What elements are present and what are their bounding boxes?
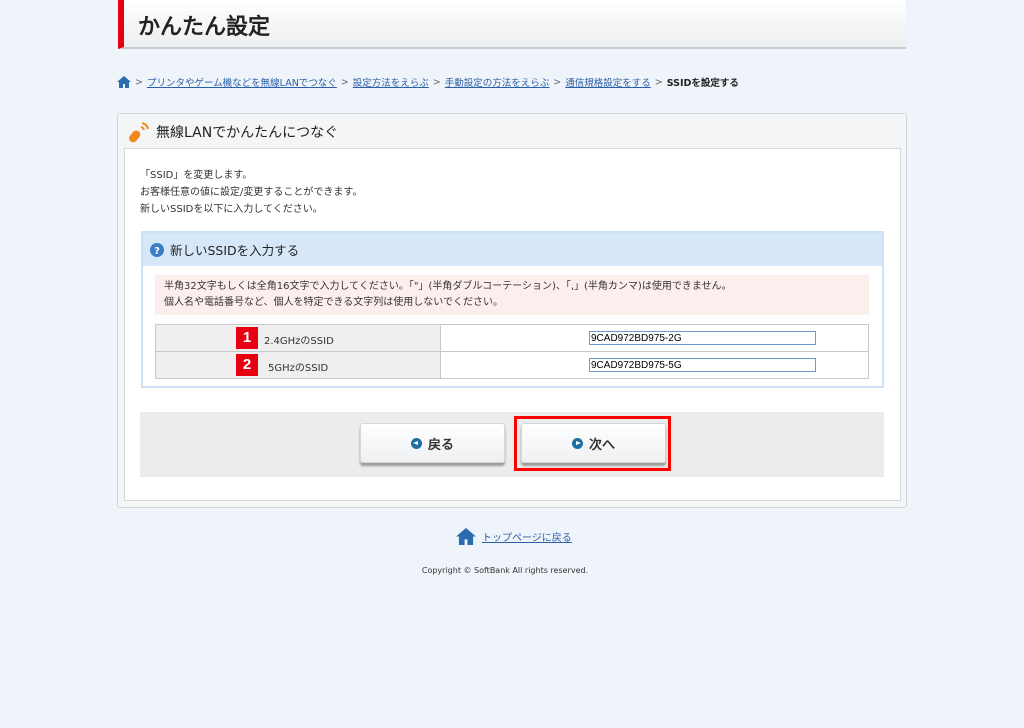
- copyright: Copyright © SoftBank All rights reserved…: [421, 566, 589, 575]
- back-button[interactable]: 戻る: [360, 423, 505, 463]
- intro-text: 「SSID」を変更します。: [140, 170, 253, 181]
- highlight-box: [514, 416, 671, 471]
- step-badge: 1: [236, 327, 258, 349]
- top-page-link[interactable]: トップページに戻る: [456, 528, 572, 545]
- back-label: 戻る: [427, 437, 454, 453]
- step-badge: 2: [236, 354, 258, 376]
- page-header: かんたん設定: [118, 0, 906, 49]
- help-icon: ?: [150, 242, 164, 257]
- top-link-text[interactable]: トップページに戻る: [482, 529, 572, 544]
- table-row: 1 2.4GHzのSSID: [155, 324, 869, 352]
- breadcrumb-link[interactable]: 通信規格設定をする: [565, 75, 651, 89]
- wireless-icon: [129, 122, 149, 143]
- ssid-table: 1 2.4GHzのSSID 2 5GHzのSSID: [155, 324, 869, 379]
- row-label: 5GHzのSSID: [268, 363, 329, 374]
- ssid-2g-input[interactable]: [589, 331, 816, 345]
- row-label: 2.4GHzのSSID: [264, 336, 334, 347]
- home-icon[interactable]: [117, 76, 131, 88]
- breadcrumb-link[interactable]: 手動設定の方法をえらぶ: [445, 75, 550, 89]
- breadcrumb-link[interactable]: 設定方法をえらぶ: [353, 75, 429, 89]
- arrow-left-icon: [410, 437, 422, 449]
- breadcrumb-current: SSIDを設定する: [666, 78, 739, 89]
- button-area: [140, 412, 884, 477]
- note-line: 個人名や電話番号など、個人を特定できる文字列は使用しないでください。: [164, 297, 503, 308]
- ssid-5g-input[interactable]: [589, 358, 816, 372]
- note-line: 半角32文字もしくは全角16文字で入力してください。「"」(半角ダブルコーテーシ…: [164, 281, 732, 292]
- home-icon: [456, 528, 476, 545]
- intro-text: 新しいSSIDを以下に入力してください。: [140, 204, 323, 215]
- breadcrumb-link[interactable]: プリンタやゲーム機などを無線LANでつなぐ: [147, 75, 337, 89]
- breadcrumb: > プリンタやゲーム機などを無線LANでつなぐ > 設定方法をえらぶ > 手動設定の方…: [117, 75, 739, 89]
- intro-text: お客様任意の値に設定/変更することができます。: [140, 187, 363, 198]
- section-title: 新しいSSIDを入力する: [170, 243, 300, 258]
- page-title: かんたん設定: [138, 15, 271, 40]
- panel-title: 無線LANでかんたんにつなぐ: [156, 125, 339, 141]
- input-note: 半角32文字もしくは全角16文字で入力してください。「"」(半角ダブルコーテーシ…: [155, 275, 869, 315]
- table-row: 2 5GHzのSSID: [155, 351, 869, 379]
- svg-text:?: ?: [154, 246, 160, 257]
